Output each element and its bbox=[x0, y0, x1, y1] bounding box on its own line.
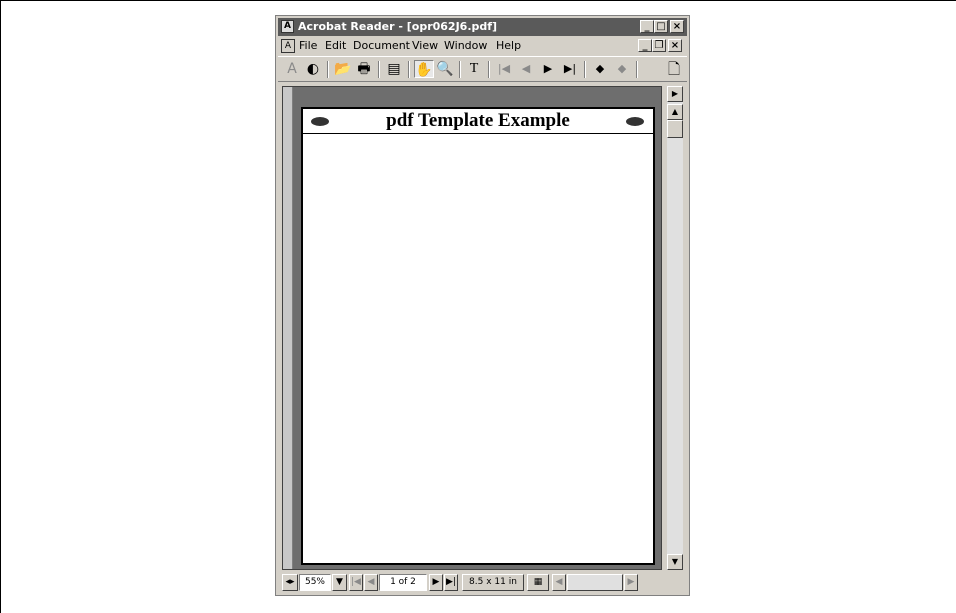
acrobat-app-icon[interactable]: A bbox=[281, 20, 294, 33]
maximize-button[interactable]: □ bbox=[654, 20, 668, 33]
page-number-field[interactable]: 1 of 2 bbox=[379, 574, 427, 591]
close-button[interactable]: × bbox=[670, 20, 684, 33]
hscroll-left-button[interactable]: ◀ bbox=[552, 574, 566, 591]
status-previous-page-button[interactable]: ◀ bbox=[364, 574, 378, 591]
text-select-icon[interactable]: T bbox=[464, 60, 484, 78]
menu-view[interactable]: View bbox=[412, 37, 438, 55]
print-icon[interactable]: 🖶 bbox=[354, 60, 374, 78]
status-bar: ◂▸ 55% ▼ |◀ ◀ 1 of 2 ▶ ▶| 8.5 x 11 in ▦ … bbox=[282, 574, 683, 591]
zoom-dropdown-button[interactable]: ▼ bbox=[332, 574, 347, 591]
toolbar-separator bbox=[488, 61, 490, 78]
zoom-tool-icon[interactable]: 🔍 bbox=[435, 60, 455, 78]
page-size-display: 8.5 x 11 in bbox=[462, 574, 524, 591]
status-next-page-button[interactable]: ▶ bbox=[429, 574, 443, 591]
open-file-icon[interactable]: 📂 bbox=[333, 60, 353, 78]
navigation-pane-handle[interactable] bbox=[283, 87, 293, 569]
scroll-up-button[interactable]: ▲ bbox=[667, 104, 683, 120]
acrobat-window: A Acrobat Reader - [opr062J6.pdf] _ □ × … bbox=[275, 15, 690, 596]
window-title: Acrobat Reader - [opr062J6.pdf] bbox=[298, 20, 498, 33]
menu-bar: A File Edit Document View Window Help _ … bbox=[278, 37, 687, 55]
scroll-thumb[interactable] bbox=[667, 120, 683, 138]
horizontal-scroll-track[interactable] bbox=[567, 574, 623, 591]
previous-page-icon[interactable]: ◀ bbox=[516, 60, 536, 78]
split-handle-icon[interactable]: ◂▸ bbox=[282, 574, 298, 591]
vertical-scrollbar[interactable]: ▶ ▲ ▼ bbox=[667, 86, 683, 570]
zoom-level-field[interactable]: 55% bbox=[299, 574, 331, 591]
toolbar-separator bbox=[327, 61, 329, 78]
page-only-icon[interactable]: ▤ bbox=[384, 60, 404, 78]
doc-close-button[interactable]: × bbox=[668, 39, 682, 52]
doc-minimize-button[interactable]: _ bbox=[638, 39, 652, 52]
page-frame-left bbox=[0, 0, 1, 613]
menu-help[interactable]: Help bbox=[496, 37, 521, 55]
first-page-icon[interactable]: |◀ bbox=[494, 60, 514, 78]
hscroll-right-button[interactable]: ▶ bbox=[624, 574, 638, 591]
go-forward-icon[interactable]: ◆ bbox=[612, 60, 632, 78]
toolbar-separator bbox=[408, 61, 410, 78]
hand-tool-icon[interactable]: ✋ bbox=[414, 60, 434, 78]
toolbar: A ◐ 📂 🖶 ▤ ✋ 🔍 T |◀ ◀ ▶ ▶| ◆ ◆ 🗋 bbox=[278, 56, 687, 82]
header-right-logo-icon bbox=[626, 117, 644, 126]
menu-window[interactable]: Window bbox=[444, 37, 487, 55]
menu-document[interactable]: Document bbox=[353, 37, 410, 55]
menu-edit[interactable]: Edit bbox=[325, 37, 346, 55]
pdf-page: pdf Template Example bbox=[301, 107, 655, 565]
next-page-icon[interactable]: ▶ bbox=[538, 60, 558, 78]
go-back-icon[interactable]: ◆ bbox=[590, 60, 610, 78]
acrobat-logo-icon: A bbox=[287, 61, 297, 77]
document-area[interactable]: pdf Template Example bbox=[282, 86, 662, 570]
show-nav-arrow-icon[interactable]: ▶ bbox=[667, 86, 683, 102]
toolbar-separator bbox=[378, 61, 380, 78]
new-page-icon[interactable]: 🗋 bbox=[664, 60, 684, 78]
page-header: pdf Template Example bbox=[303, 109, 653, 134]
toolbar-separator bbox=[584, 61, 586, 78]
scroll-down-button[interactable]: ▼ bbox=[667, 554, 683, 570]
doc-restore-button[interactable]: ❐ bbox=[652, 39, 666, 52]
status-first-page-button[interactable]: |◀ bbox=[349, 574, 363, 591]
page-title: pdf Template Example bbox=[386, 110, 570, 131]
page-frame-top bbox=[0, 0, 956, 1]
last-page-icon[interactable]: ▶| bbox=[560, 60, 580, 78]
page-layout-button[interactable]: ▦ bbox=[527, 574, 549, 591]
title-bar[interactable]: A Acrobat Reader - [opr062J6.pdf] _ □ × bbox=[278, 18, 687, 36]
status-last-page-button[interactable]: ▶| bbox=[444, 574, 458, 591]
web-search-icon[interactable]: ◐ bbox=[303, 60, 323, 78]
minimize-button[interactable]: _ bbox=[640, 20, 654, 33]
menu-file[interactable]: File bbox=[299, 37, 317, 55]
toolbar-separator bbox=[636, 61, 638, 78]
toolbar-separator bbox=[459, 61, 461, 78]
document-icon[interactable]: A bbox=[281, 39, 295, 53]
